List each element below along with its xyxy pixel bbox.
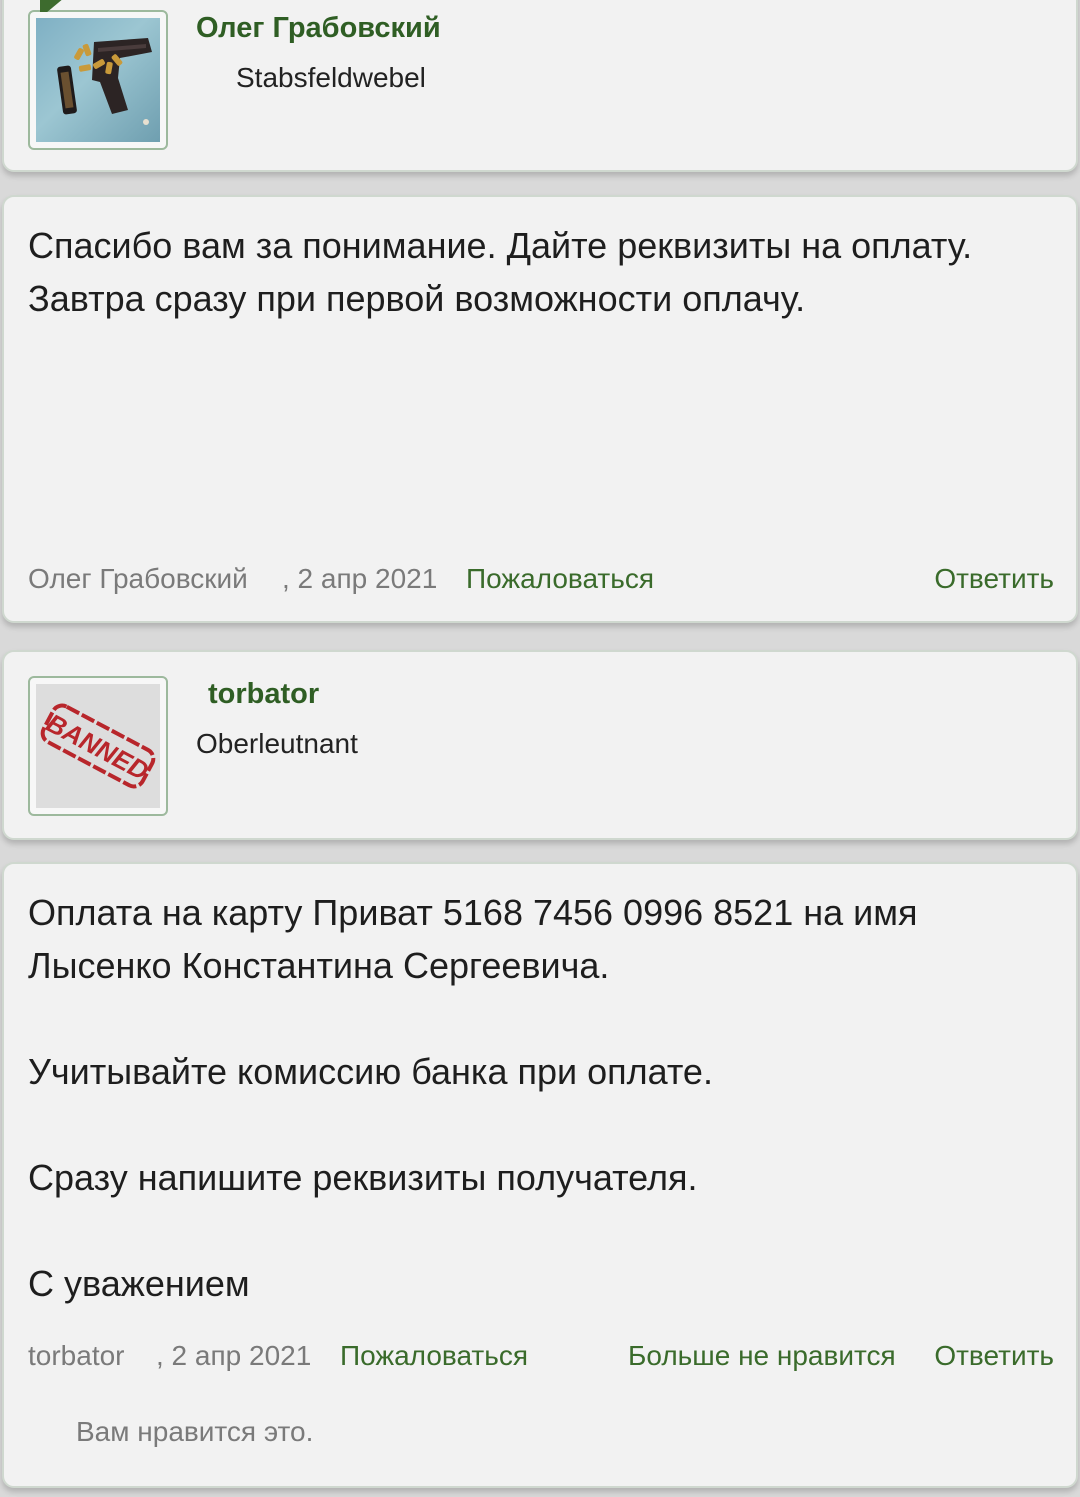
report-link[interactable]: Пожаловаться	[466, 563, 654, 595]
message-body: Оплата на карту Приват 5168 7456 0996 85…	[28, 886, 1054, 1310]
user-rank: Stabsfeldwebel	[236, 62, 426, 93]
message-paragraph: Учитывайте комиссию банка при оплате.	[28, 1051, 713, 1092]
message-author[interactable]: torbator	[28, 1340, 125, 1372]
avatar[interactable]	[28, 10, 168, 150]
message-paragraph: С уважением	[28, 1263, 250, 1304]
message-text: Спасибо вам за понимание. Дайте реквизит…	[28, 225, 973, 319]
report-link[interactable]: Пожаловаться	[340, 1340, 528, 1372]
user-rank: Oberleutnant	[196, 728, 358, 759]
username-link[interactable]: Олег Грабовский	[196, 12, 441, 45]
message-paragraph: Сразу напишите реквизиты получателя.	[28, 1157, 698, 1198]
message-date: , 2 апр 2021	[156, 1340, 312, 1371]
message-body: Спасибо вам за понимание. Дайте реквизит…	[28, 219, 1054, 325]
liked-note: Вам нравится это.	[76, 1416, 314, 1447]
message-card: Спасибо вам за понимание. Дайте реквизит…	[2, 195, 1078, 623]
message-paragraph: Оплата на карту Приват 5168 7456 0996 85…	[28, 892, 918, 986]
avatar[interactable]: BANNED	[28, 676, 168, 816]
message-date: , 2 апр 2021	[282, 563, 438, 594]
user-card: Олег Грабовский Stabsfeldwebel	[2, 0, 1078, 172]
message-card: Оплата на карту Приват 5168 7456 0996 85…	[2, 862, 1078, 1488]
pistol-avatar-icon	[36, 18, 160, 142]
message-author[interactable]: Олег Грабовский	[28, 563, 248, 595]
reply-link[interactable]: Ответить	[934, 1340, 1054, 1372]
unlike-link[interactable]: Больше не нравится	[628, 1340, 896, 1372]
reply-link[interactable]: Ответить	[934, 563, 1054, 595]
user-card: BANNED torbator Oberleutnant	[2, 650, 1078, 840]
username-link[interactable]: torbator	[208, 678, 319, 711]
banned-stamp-icon: BANNED	[36, 684, 160, 808]
